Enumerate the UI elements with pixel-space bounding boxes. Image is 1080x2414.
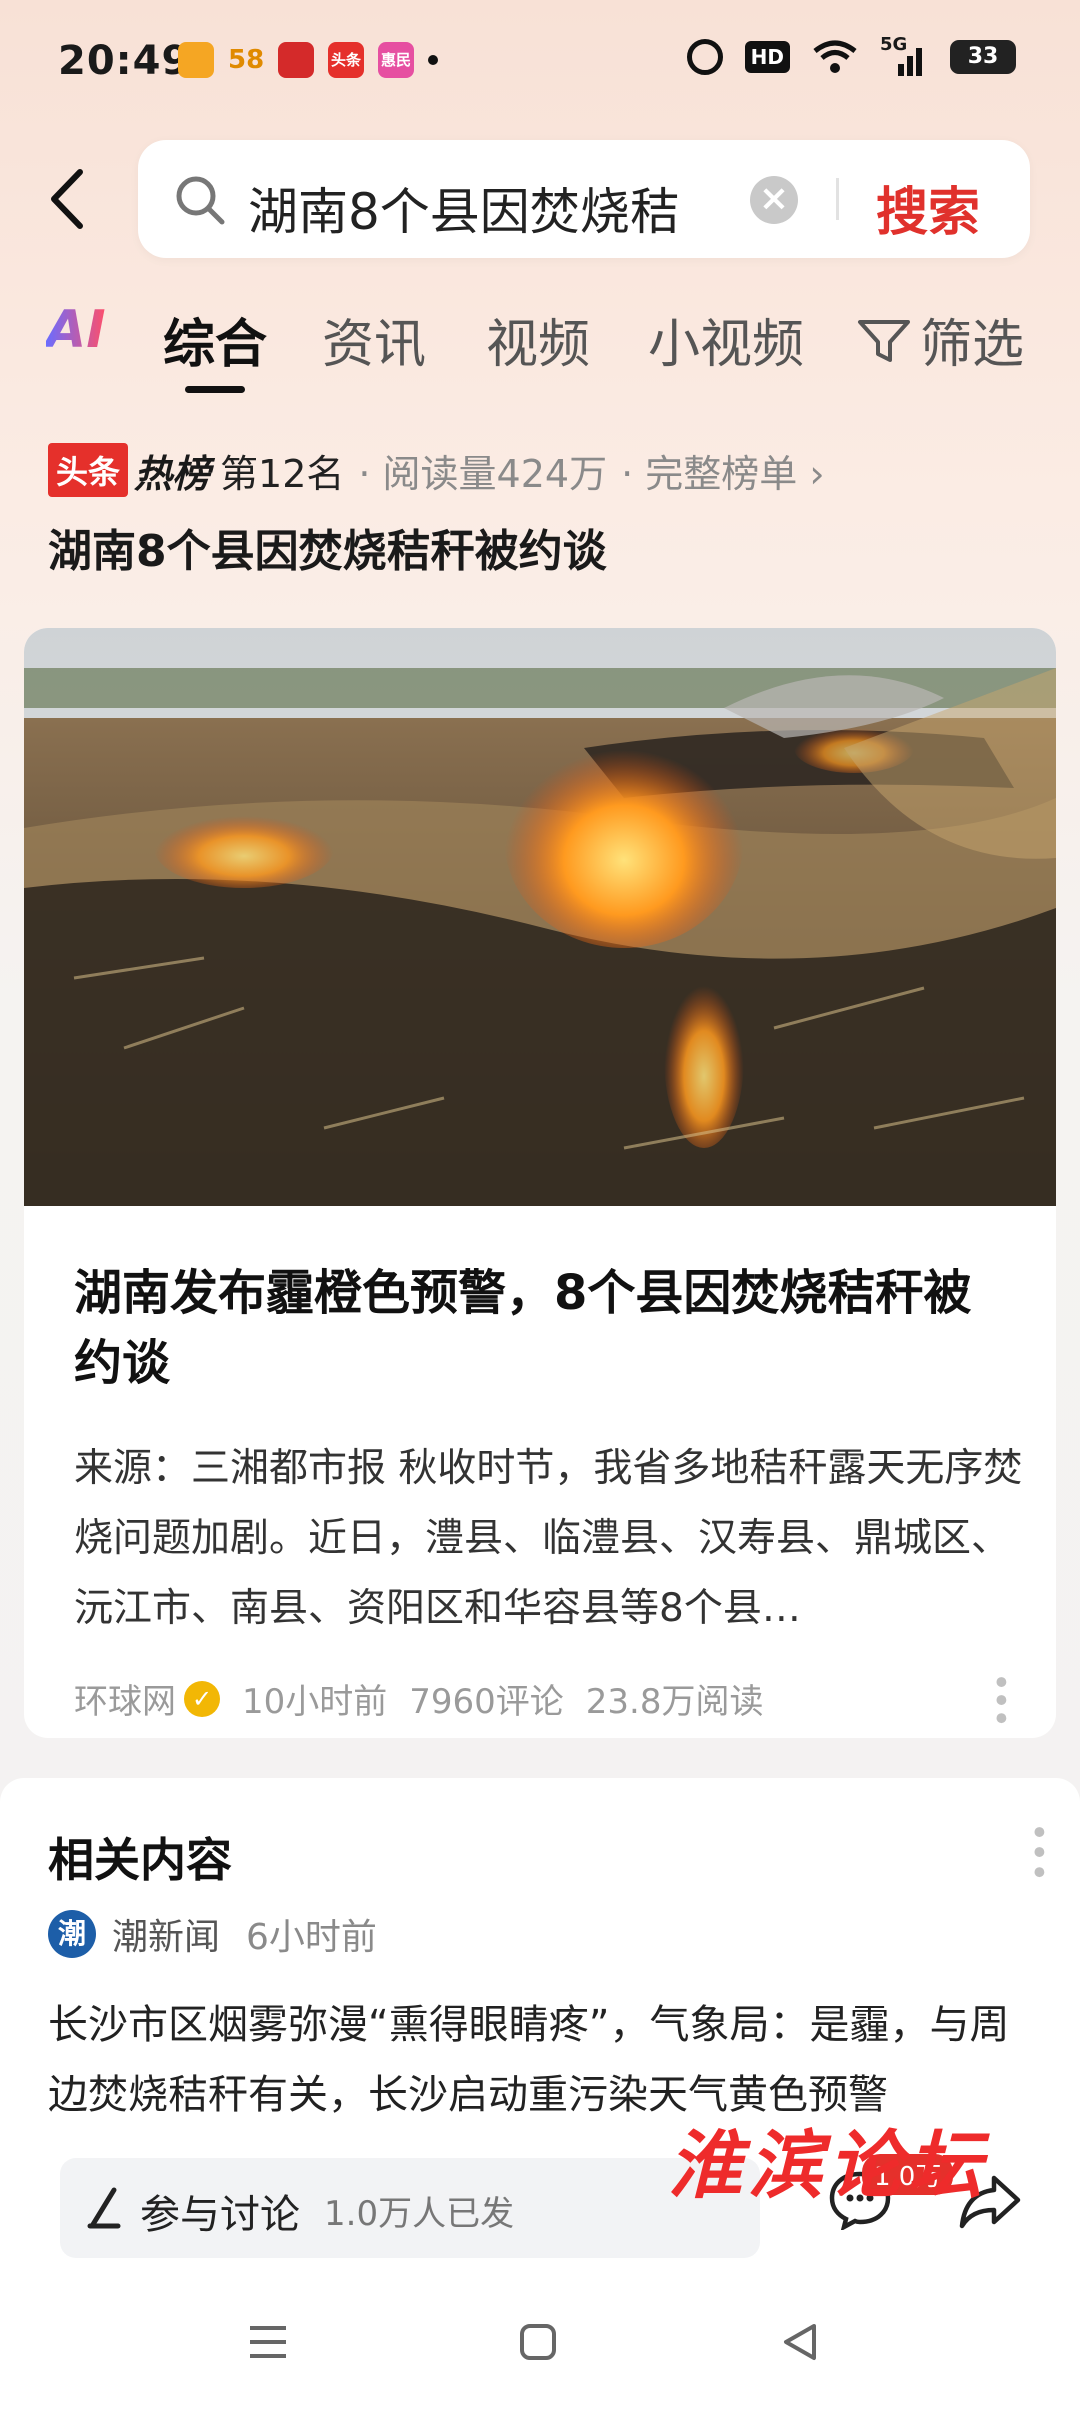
tab-short-video[interactable]: 小视频 (648, 302, 804, 377)
search-button[interactable]: 搜索 (876, 170, 980, 245)
search-icon (176, 176, 225, 225)
related-heading: 相关内容 (48, 1833, 232, 1887)
more-options-icon[interactable]: ••• (1018, 1822, 1058, 1882)
related-source[interactable]: 潮新闻 (112, 1908, 220, 1960)
notification-icons: 58 头条 惠民 (178, 42, 438, 78)
more-dot-icon (428, 55, 438, 65)
article-comments: 7960评论 (409, 1682, 564, 1722)
filter-label: 筛选 (920, 315, 1025, 375)
tab-all[interactable]: 综合 (163, 302, 267, 377)
article-image[interactable] (24, 628, 1056, 1206)
hd-icon: HD (744, 41, 790, 73)
article-time: 10小时前 (242, 1682, 388, 1722)
discuss-label: 参与讨论 (140, 2192, 300, 2238)
hotlist-bar[interactable]: 头条 热榜 第12名 · 阅读量424万 · 完整榜单 › (48, 440, 825, 500)
tab-news[interactable]: 资讯 (322, 302, 426, 377)
battery-icon: 33 (950, 40, 1016, 74)
menu-icon[interactable] (248, 2322, 288, 2362)
article-source[interactable]: 环球网 (74, 1674, 176, 1723)
more-options-icon[interactable]: ••• (980, 1672, 1020, 1726)
status-right: HD 5G 33 (686, 34, 1016, 76)
tab-bar: AI 综合 资讯 视频 小视频 筛选 (46, 290, 1056, 380)
chao-news-avatar[interactable]: 潮 (48, 1910, 96, 1958)
article-card[interactable]: 湖南发布霾橙色预警，8个县因焚烧秸秆被约谈 来源：三湘都市报 秋收时节，我省多地… (24, 628, 1056, 1738)
related-time: 6小时前 (246, 1917, 377, 1958)
hotlist-badge-toutiao: 头条 (48, 443, 129, 497)
back-arrow-icon[interactable] (42, 166, 96, 232)
watermark-text: 淮滨论坛 (668, 2123, 988, 2209)
alarm-icon (686, 39, 723, 75)
discuss-count: 1.0万人已发 (324, 2194, 515, 2234)
discuss-input[interactable]: 参与讨论 1.0万人已发 (60, 2158, 760, 2258)
back-nav-icon[interactable] (780, 2322, 820, 2362)
active-tab-indicator (185, 386, 245, 393)
search-input[interactable]: 湖南8个县因焚烧秸 (248, 172, 838, 244)
filter-icon (858, 319, 910, 362)
notification-toutiao-icon: 头条 (328, 42, 364, 78)
verified-icon: ✓ (184, 1680, 220, 1717)
filter-button[interactable]: 筛选 (856, 302, 1024, 377)
tab-video[interactable]: 视频 (486, 302, 590, 377)
hotlist-badge-rebang: 热榜 (134, 451, 211, 496)
system-nav-bar (0, 2280, 1080, 2414)
hotlist-reads: · 阅读量424万 (358, 451, 608, 496)
notification-58-icon: 58 (228, 45, 265, 75)
ai-icon[interactable]: AI (46, 300, 106, 360)
pen-icon (87, 2187, 121, 2229)
wifi-icon (813, 40, 857, 73)
home-icon[interactable] (518, 2322, 558, 2362)
article-reads: 23.8万阅读 (585, 1682, 764, 1722)
notification-app-icon (178, 42, 214, 78)
hotlist-headline[interactable]: 湖南8个县因焚烧秸秆被约谈 (48, 515, 607, 579)
status-time: 20:49 (58, 38, 191, 84)
related-source-row: 潮 潮新闻 6小时前 (48, 1908, 377, 1960)
clear-icon[interactable]: × (750, 176, 798, 224)
status-bar: 20:49 58 头条 惠民 HD 5G 33 (0, 0, 1080, 120)
hotlist-full-link[interactable]: · 完整榜单 › (621, 443, 824, 498)
signal-icon: 5G (880, 34, 928, 76)
notification-huimin-icon: 惠民 (378, 42, 414, 78)
article-title[interactable]: 湖南发布霾橙色预警，8个县因焚烧秸秆被约谈 (74, 1258, 1014, 1398)
notification-app-icon (278, 42, 314, 78)
search-box[interactable]: 湖南8个县因焚烧秸 × 搜索 (138, 140, 1030, 258)
article-description: 来源：三湘都市报 秋收时节，我省多地秸秆露天无序焚烧问题加剧。近日，澧县、临澧县… (74, 1446, 1023, 1631)
divider (836, 178, 839, 220)
article-meta: 环球网 ✓ 10小时前 7960评论 23.8万阅读 (74, 1674, 764, 1723)
network-type: 5G (880, 34, 908, 55)
hotlist-rank: 第12名 (220, 451, 345, 496)
